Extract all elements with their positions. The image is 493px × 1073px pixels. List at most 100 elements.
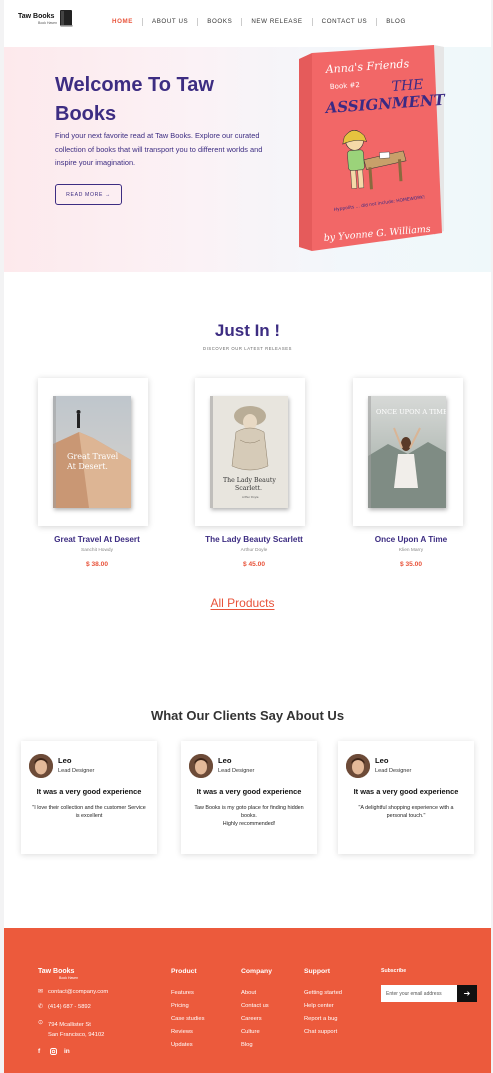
book-author: Klien Marry bbox=[398, 548, 424, 553]
testimonial-card: Leo Lead Designer It was a very good exp… bbox=[181, 741, 317, 854]
book-title[interactable]: Great Travel At Desert bbox=[22, 535, 172, 544]
footer-link-report-bug[interactable]: Report a bug bbox=[304, 1016, 338, 1022]
page: Taw Books Book Haven HOME ABOUT US BOOKS… bbox=[4, 0, 491, 1073]
footer-col-company-title: Company bbox=[241, 968, 272, 975]
nav-divider bbox=[241, 18, 243, 26]
footer-link-contact-us[interactable]: Contact us bbox=[241, 1003, 269, 1009]
subscribe-button[interactable]: ➔ bbox=[457, 985, 477, 1002]
avatar bbox=[189, 754, 213, 778]
hero-book-cover[interactable]: Anna's Friends Book #2 THE ASSIGNMENT Hy… bbox=[294, 41, 454, 259]
footer-link-culture[interactable]: Culture bbox=[241, 1029, 260, 1035]
footer-address-block: 794 Mcallister St San Francisco, 94102 bbox=[48, 1020, 104, 1040]
testimonial-role: Lead Designer bbox=[58, 768, 95, 774]
main-nav: HOME ABOUT US BOOKS NEW RELEASE CONTACT … bbox=[112, 18, 406, 26]
footer-address: ⊙ 794 Mcallister St San Francisco, 94102 bbox=[38, 1020, 104, 1040]
footer-link-pricing[interactable]: Pricing bbox=[171, 1003, 189, 1009]
testimonial-quote: "I love their collection and the custome… bbox=[32, 805, 146, 819]
subscribe-email-input[interactable] bbox=[381, 985, 457, 1002]
testimonial-quote: "A delightful shopping experience with a… bbox=[358, 805, 454, 819]
location-pin-icon: ⊙ bbox=[38, 1020, 44, 1026]
footer-link-about[interactable]: About bbox=[241, 990, 256, 996]
nav-home[interactable]: HOME bbox=[112, 18, 133, 26]
book-icon bbox=[60, 10, 73, 27]
avatar bbox=[29, 754, 53, 778]
site-footer: Taw Books Book Haven ✉ contact@company.c… bbox=[4, 928, 491, 1073]
book-card-lady-beauty[interactable]: The Lady Beauty Scarlett. Arthur Doyle bbox=[195, 378, 305, 526]
just-in-subtitle: DISCOVER OUR LATEST RELEASES bbox=[202, 346, 292, 351]
logo-name: Taw Books bbox=[18, 13, 55, 20]
book-cover-text: ONCE UPON A TIME bbox=[376, 408, 446, 416]
nav-divider bbox=[311, 18, 313, 26]
footer-link-help-center[interactable]: Help center bbox=[304, 1003, 334, 1009]
nav-new-release[interactable]: NEW RELEASE bbox=[251, 18, 302, 26]
logo-tagline: Book Haven bbox=[38, 21, 58, 25]
footer-link-features[interactable]: Features bbox=[171, 990, 194, 996]
subscribe-title: Subscribe bbox=[381, 968, 407, 974]
book-title[interactable]: The Lady Beauty Scarlett bbox=[179, 535, 329, 544]
book-cover-text: The Lady Beauty bbox=[223, 477, 276, 484]
testimonial-headline: It was a very good experience bbox=[36, 787, 142, 796]
read-more-button[interactable]: READ MORE → bbox=[55, 184, 122, 205]
book-price: $ 38.00 bbox=[86, 561, 108, 568]
logo[interactable]: Taw Books Book Haven bbox=[18, 10, 73, 27]
footer-col-product-title: Product bbox=[171, 968, 197, 975]
book-cover-text: Great Travel bbox=[67, 452, 119, 461]
book-cover-text: At Desert. bbox=[66, 462, 108, 471]
book-price: $ 45.00 bbox=[243, 561, 265, 568]
footer-phone[interactable]: ✆ (414) 687 - 5892 bbox=[38, 1004, 91, 1011]
footer-phone-text: (414) 687 - 5892 bbox=[48, 1004, 91, 1010]
book-cover-author: Arthur Doyle bbox=[242, 495, 259, 499]
book-cover-once-upon: ONCE UPON A TIME bbox=[368, 396, 446, 508]
footer-link-careers[interactable]: Careers bbox=[241, 1016, 262, 1022]
book-cover-text: Scarlett. bbox=[235, 485, 262, 492]
testimonial-role: Lead Designer bbox=[218, 768, 255, 774]
testimonials-title: What Our Clients Say About Us bbox=[150, 708, 345, 723]
nav-contact-us[interactable]: CONTACT US bbox=[322, 18, 368, 26]
nav-blog[interactable]: BLOG bbox=[386, 18, 406, 26]
facebook-icon[interactable]: f bbox=[38, 1048, 40, 1055]
all-products-link[interactable]: All Products bbox=[4, 596, 481, 610]
hero-title: Welcome To Taw Books bbox=[55, 74, 214, 125]
testimonial-name: Leo bbox=[58, 756, 72, 765]
book-card-once-upon[interactable]: ONCE UPON A TIME bbox=[353, 378, 463, 526]
testimonial-headline: It was a very good experience bbox=[196, 787, 302, 796]
mail-icon: ✉ bbox=[38, 989, 44, 995]
arrow-right-icon: ➔ bbox=[463, 989, 471, 998]
footer-address-line2: San Francisco, 94102 bbox=[48, 1032, 105, 1038]
testimonial-headline: It was a very good experience bbox=[353, 787, 459, 796]
testimonial-role: Lead Designer bbox=[375, 768, 412, 774]
testimonial-name: Leo bbox=[375, 756, 389, 765]
footer-link-chat-support[interactable]: Chat support bbox=[304, 1029, 337, 1035]
phone-icon: ✆ bbox=[38, 1004, 44, 1010]
site-header: Taw Books Book Haven HOME ABOUT US BOOKS… bbox=[4, 0, 491, 46]
just-in-title: Just In ! bbox=[214, 321, 281, 340]
nav-divider bbox=[141, 18, 143, 26]
testimonial-card: Leo Lead Designer It was a very good exp… bbox=[338, 741, 474, 854]
book-price: $ 35.00 bbox=[400, 561, 422, 568]
footer-link-getting-started[interactable]: Getting started bbox=[304, 990, 342, 996]
testimonial-name: Leo bbox=[218, 756, 232, 765]
book-author: Sanchit Howdy bbox=[81, 548, 113, 553]
linkedin-icon[interactable]: in bbox=[64, 1048, 70, 1055]
hero-description: Find your next favorite read at Taw Book… bbox=[55, 131, 263, 167]
nav-about-us[interactable]: ABOUT US bbox=[152, 18, 188, 26]
footer-link-case-studies[interactable]: Case studies bbox=[171, 1016, 205, 1022]
footer-link-blog[interactable]: Blog bbox=[241, 1042, 253, 1048]
footer-email[interactable]: ✉ contact@company.com bbox=[38, 989, 108, 996]
nav-divider bbox=[197, 18, 199, 26]
footer-link-reviews[interactable]: Reviews bbox=[171, 1029, 193, 1035]
footer-link-updates[interactable]: Updates bbox=[171, 1042, 193, 1048]
hero-section: Welcome To Taw Books Find your next favo… bbox=[4, 45, 491, 272]
footer-brand: Taw Books bbox=[38, 968, 75, 975]
instagram-icon[interactable] bbox=[50, 1048, 57, 1057]
footer-address-line1: 794 Mcallister St bbox=[48, 1022, 91, 1028]
book-card-great-travel[interactable]: Great Travel At Desert. bbox=[38, 378, 148, 526]
logo-text: Taw Books Book Haven bbox=[18, 13, 57, 26]
book-title[interactable]: Once Upon A Time bbox=[336, 535, 486, 544]
book-cover-lady-beauty: The Lady Beauty Scarlett. Arthur Doyle bbox=[210, 396, 288, 508]
testimonial-card: Leo Lead Designer It was a very good exp… bbox=[21, 741, 157, 854]
book-author: Arthur Doyle bbox=[240, 548, 268, 553]
footer-col-support-title: Support bbox=[304, 968, 331, 975]
nav-books[interactable]: BOOKS bbox=[207, 18, 232, 26]
avatar bbox=[346, 754, 370, 778]
